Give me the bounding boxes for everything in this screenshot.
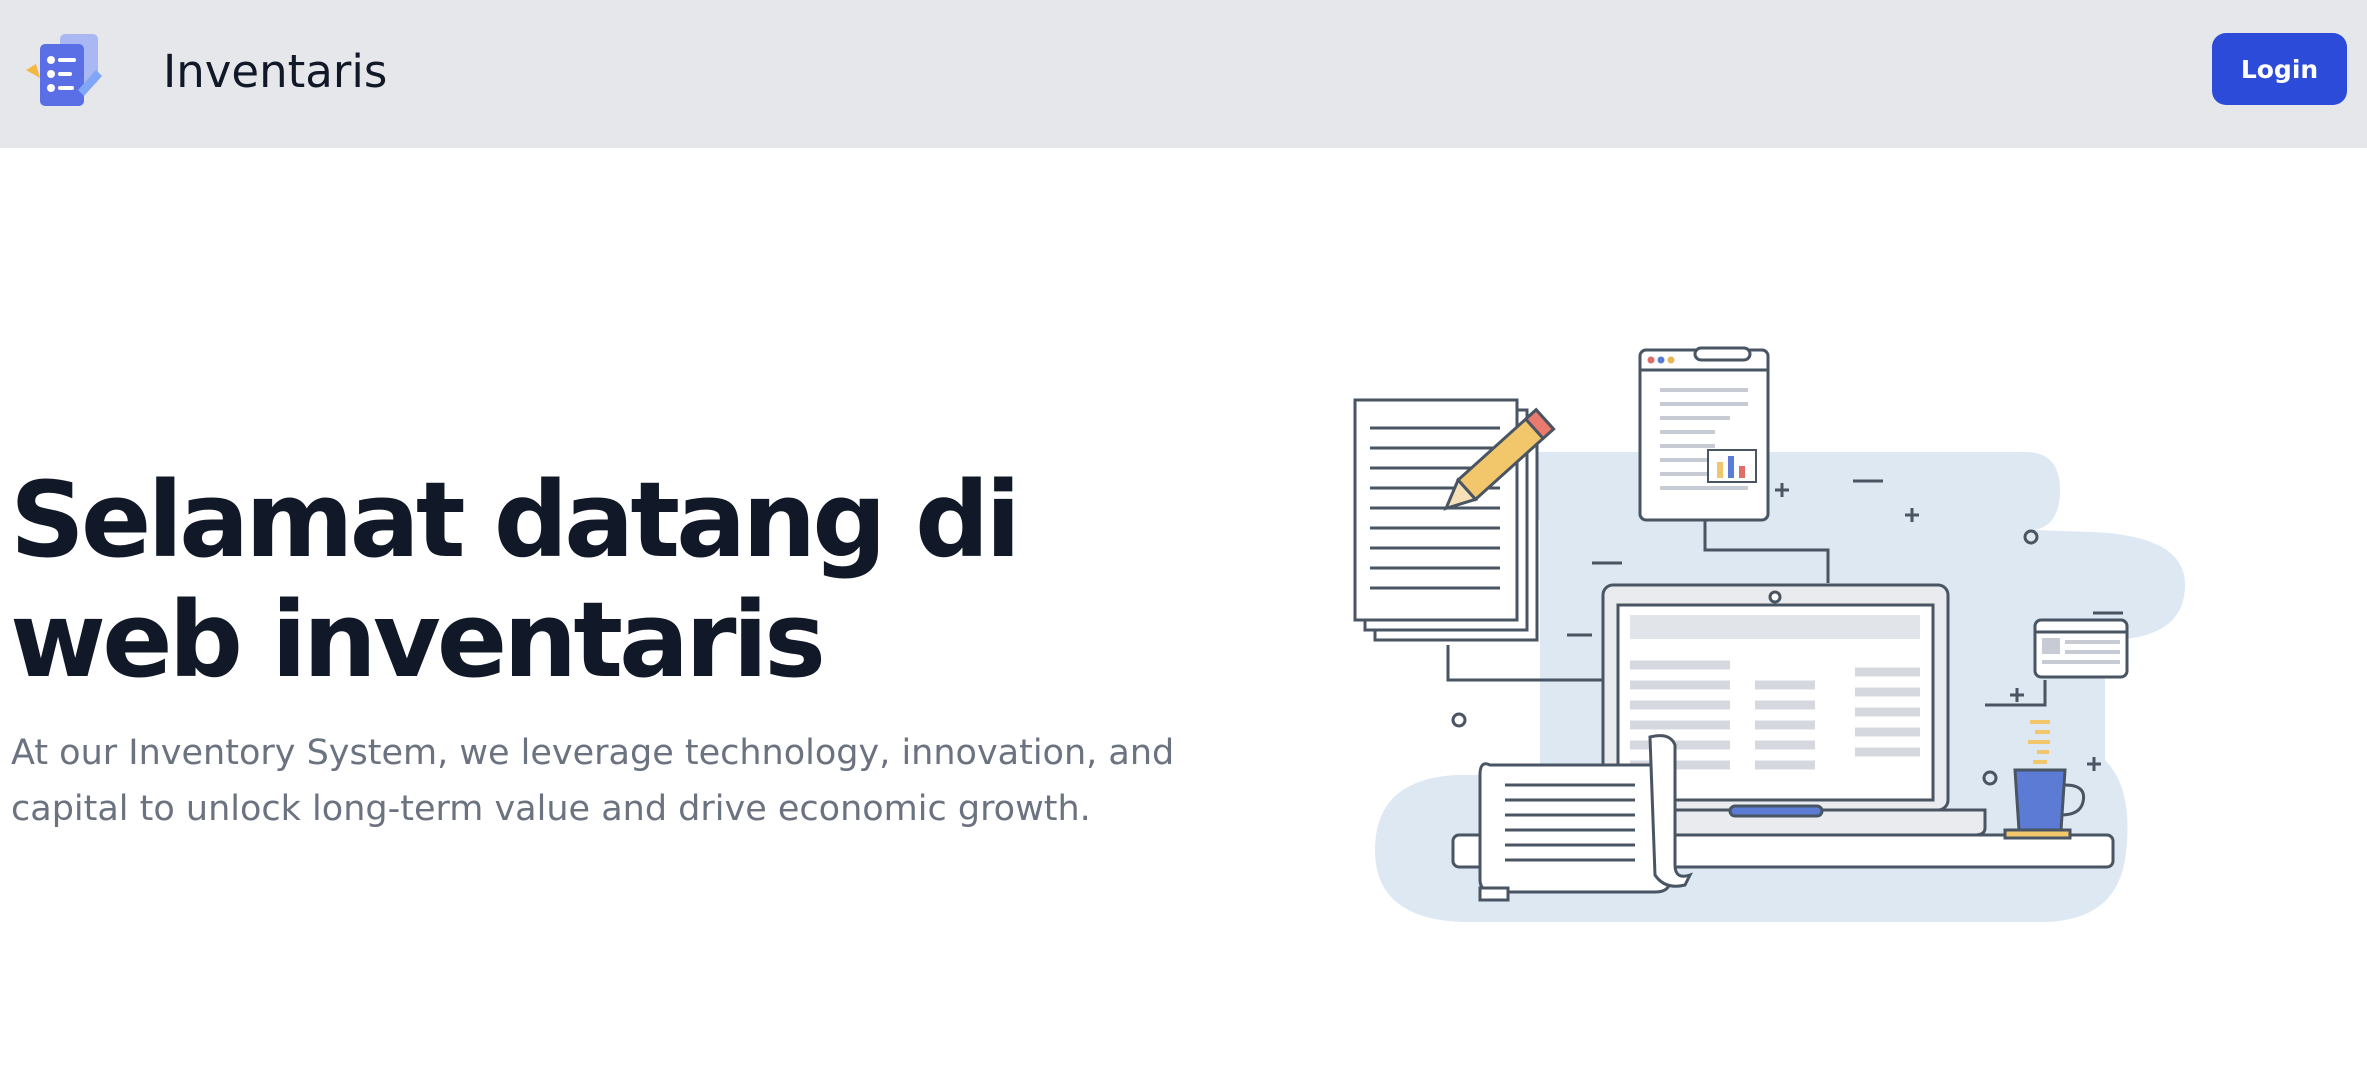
login-button[interactable]: Login bbox=[2212, 33, 2347, 105]
clipboard-list-icon[interactable] bbox=[26, 32, 114, 112]
hero-title-line: Selamat datang di bbox=[10, 459, 1021, 581]
hero-description-line: capital to unlock long-term value and dr… bbox=[11, 789, 1091, 829]
hero-title-line: web inventaris bbox=[10, 579, 826, 701]
workspace-illustration bbox=[1353, 346, 2185, 922]
hero-description-line: At our Inventory System, we leverage tec… bbox=[11, 733, 1175, 773]
hero-description: At our Inventory System, we leverage tec… bbox=[11, 725, 1271, 837]
hero-title: Selamat datang di web inventaris bbox=[10, 460, 1240, 700]
navbar: Inventaris Login bbox=[0, 0, 2367, 148]
brand-name[interactable]: Inventaris bbox=[163, 42, 387, 102]
